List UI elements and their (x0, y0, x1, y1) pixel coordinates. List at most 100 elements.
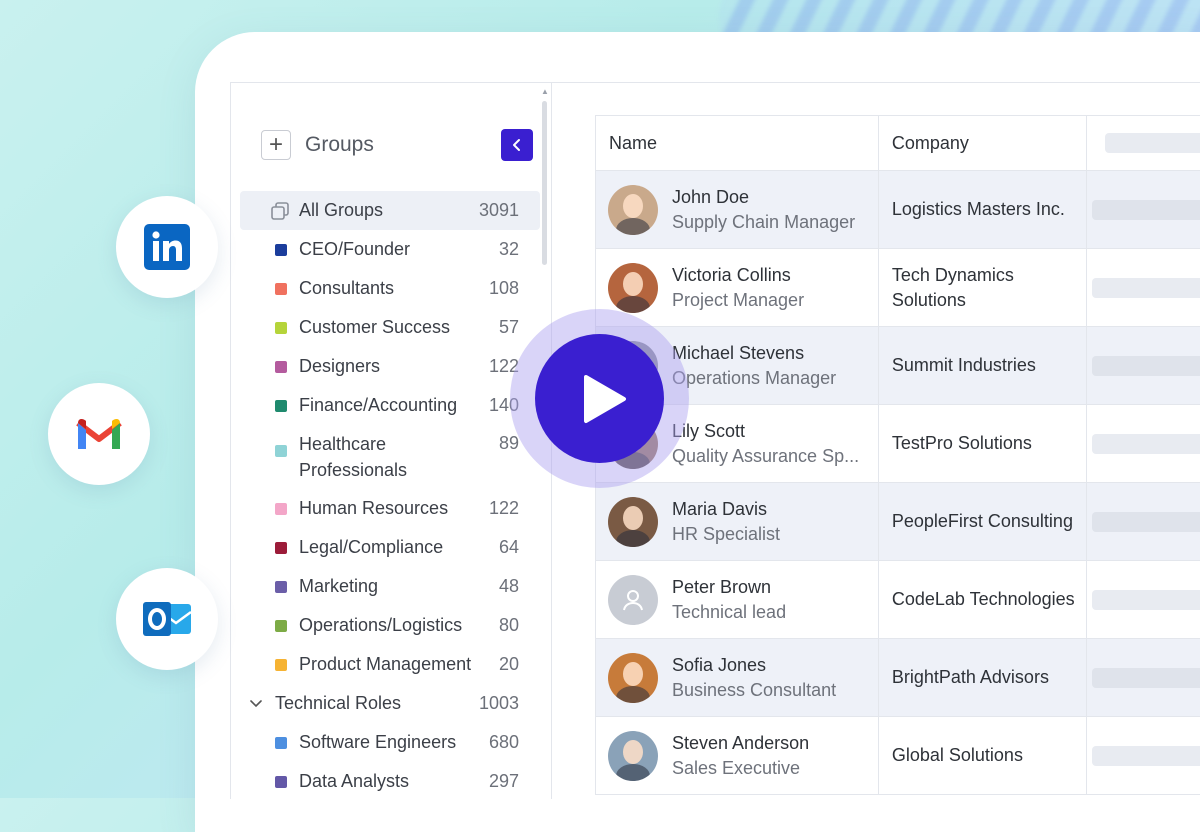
outlook-integration[interactable] (116, 568, 218, 670)
group-label: Software Engineers (299, 732, 456, 753)
contacts-table-container: Name Company John Doe Supply Chain Manag… (595, 115, 1200, 795)
skeleton-bar (1092, 668, 1200, 688)
group-item[interactable]: Product Management 20 (240, 645, 540, 684)
scroll-up-arrow[interactable]: ▲ (541, 87, 549, 96)
play-video-button[interactable] (535, 334, 664, 463)
placeholder-cell (1087, 717, 1200, 795)
group-label: Technical Roles (275, 693, 401, 714)
group-count: 57 (499, 317, 519, 338)
company-cell: CodeLab Technologies (878, 561, 1087, 639)
contact-name[interactable]: Steven Anderson (672, 733, 809, 754)
column-header-placeholder (1087, 116, 1200, 171)
contact-name[interactable]: Victoria Collins (672, 265, 804, 286)
group-label: Customer Success (299, 317, 450, 338)
group-item[interactable]: Designers 122 (240, 347, 540, 386)
group-count: 297 (489, 771, 519, 792)
outlook-icon (141, 596, 193, 642)
placeholder-cell (1087, 561, 1200, 639)
contact-name[interactable]: Peter Brown (672, 577, 786, 598)
group-color-swatch (275, 361, 287, 373)
table-row[interactable]: Victoria Collins Project Manager Tech Dy… (596, 249, 1200, 327)
group-label: Finance/Accounting (299, 395, 457, 416)
avatar (608, 263, 658, 313)
linkedin-integration[interactable] (116, 196, 218, 298)
contacts-table: Name Company John Doe Supply Chain Manag… (595, 115, 1200, 795)
contact-name[interactable]: Lily Scott (672, 421, 859, 442)
contact-name[interactable]: Michael Stevens (672, 343, 836, 364)
table-row[interactable]: Sofia Jones Business Consultant BrightPa… (596, 639, 1200, 717)
gmail-icon (75, 415, 123, 453)
group-item[interactable]: Finance/Accounting 140 (240, 386, 540, 425)
table-header-row: Name Company (596, 116, 1200, 171)
group-label: Marketing (299, 576, 378, 597)
contact-name[interactable]: Maria Davis (672, 499, 780, 520)
table-row[interactable]: Peter Brown Technical lead CodeLab Techn… (596, 561, 1200, 639)
group-color-swatch (275, 542, 287, 554)
name-cell: John Doe Supply Chain Manager (596, 171, 879, 249)
group-item[interactable]: Legal/Compliance 64 (240, 528, 540, 567)
skeleton-bar (1092, 278, 1200, 298)
avatar (608, 575, 658, 625)
group-item[interactable]: Consultants 108 (240, 269, 540, 308)
group-count: 122 (489, 498, 519, 519)
avatar (608, 731, 658, 781)
collapse-sidebar-button[interactable] (501, 129, 533, 161)
group-color-swatch (275, 620, 287, 632)
gmail-integration[interactable] (48, 383, 150, 485)
contact-name[interactable]: John Doe (672, 187, 855, 208)
group-count: 48 (499, 576, 519, 597)
group-color-swatch (275, 659, 287, 671)
group-item[interactable]: Software Engineers 680 (240, 723, 540, 762)
group-technical-roles[interactable]: Technical Roles 1003 (240, 684, 540, 723)
table-row[interactable]: Steven Anderson Sales Executive Global S… (596, 717, 1200, 795)
chevron-down-icon[interactable] (249, 697, 263, 711)
placeholder-cell (1087, 639, 1200, 717)
group-count: 80 (499, 615, 519, 636)
group-item[interactable]: CEO/Founder 32 (240, 230, 540, 269)
group-item[interactable]: Operations/Logistics 80 (240, 606, 540, 645)
group-label: Product Management (299, 654, 471, 675)
group-item[interactable]: Marketing 48 (240, 567, 540, 606)
contact-title: Sales Executive (672, 758, 809, 779)
column-header-company[interactable]: Company (878, 116, 1087, 171)
name-cell: Maria Davis HR Specialist (596, 483, 879, 561)
group-count: 32 (499, 239, 519, 260)
skeleton-bar (1092, 434, 1200, 454)
play-icon (582, 373, 628, 425)
group-color-swatch (275, 445, 287, 457)
group-color-swatch (275, 776, 287, 788)
avatar (608, 497, 658, 547)
name-cell: Peter Brown Technical lead (596, 561, 879, 639)
table-row[interactable]: John Doe Supply Chain Manager Logistics … (596, 171, 1200, 249)
avatar (608, 653, 658, 703)
contact-title: Business Consultant (672, 680, 836, 701)
group-count: 20 (499, 654, 519, 675)
groups-icon (270, 201, 290, 221)
placeholder-cell (1087, 405, 1200, 483)
group-color-swatch (275, 503, 287, 515)
table-row[interactable]: Maria Davis HR Specialist PeopleFirst Co… (596, 483, 1200, 561)
contact-name[interactable]: Sofia Jones (672, 655, 836, 676)
sidebar-scrollbar[interactable] (542, 101, 547, 265)
skeleton-bar (1092, 590, 1200, 610)
company-cell: PeopleFirst Consulting (878, 483, 1087, 561)
group-item[interactable]: Data Analysts 297 (240, 762, 540, 799)
group-count: 3091 (479, 200, 519, 221)
group-item[interactable]: Human Resources 122 (240, 489, 540, 528)
group-count: 89 (499, 433, 519, 454)
company-cell: Logistics Masters Inc. (878, 171, 1087, 249)
contact-title: Quality Assurance Sp... (672, 446, 859, 467)
app-panel: ▲ + Groups All Groups 3091 CEO/Founder 3… (230, 82, 1200, 799)
column-header-name[interactable]: Name (596, 116, 879, 171)
group-item[interactable]: Healthcare Professionals 89 (240, 425, 540, 489)
group-list: All Groups 3091 CEO/Founder 32 Consultan… (240, 191, 540, 799)
company-cell: Global Solutions (878, 717, 1087, 795)
group-color-swatch (275, 737, 287, 749)
group-all[interactable]: All Groups 3091 (240, 191, 540, 230)
group-label: Consultants (299, 278, 394, 299)
group-item[interactable]: Customer Success 57 (240, 308, 540, 347)
skeleton-bar (1092, 512, 1200, 532)
contact-title: Project Manager (672, 290, 804, 311)
group-color-swatch (275, 283, 287, 295)
add-group-button[interactable]: + (261, 130, 291, 160)
